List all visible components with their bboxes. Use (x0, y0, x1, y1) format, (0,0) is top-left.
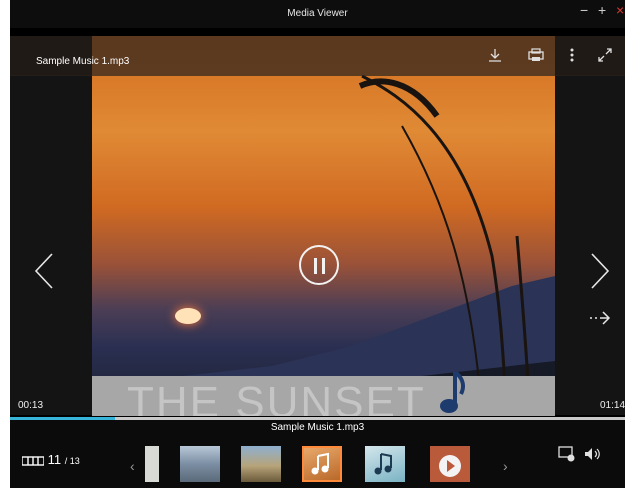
download-icon[interactable] (488, 48, 502, 65)
progress-fill (10, 417, 115, 420)
album-art: THE SUNSET (92, 36, 555, 416)
item-counter: 11 / 13 (21, 452, 80, 467)
close-button[interactable]: × (616, 2, 624, 18)
media-viewer-window: Media Viewer − + × THE SUNSET Sample Mus… (10, 0, 625, 488)
thumbnail-snow[interactable] (145, 446, 159, 482)
slideshow-next-icon[interactable] (588, 309, 612, 332)
music-note-graphic (440, 372, 465, 413)
previous-arrow-icon[interactable] (34, 253, 54, 294)
strip-next-icon[interactable]: › (503, 458, 508, 474)
maximize-button[interactable]: + (598, 2, 606, 18)
counter-total: / 13 (64, 456, 80, 466)
sun (175, 308, 201, 324)
thumbnail-music-note[interactable] (302, 446, 342, 482)
album-title-band: THE SUNSET (92, 372, 555, 416)
next-arrow-icon[interactable] (590, 253, 610, 294)
elapsed-time: 00:13 (18, 400, 44, 411)
playlist-settings-icon[interactable] (558, 446, 576, 465)
print-icon[interactable] (528, 48, 544, 65)
pause-button[interactable] (299, 245, 339, 285)
top-info-bar: Sample Music 1.mp3 (10, 36, 625, 76)
strip-prev-icon[interactable]: ‹ (130, 458, 135, 474)
fullscreen-icon[interactable] (598, 48, 612, 65)
more-options-icon[interactable] (570, 48, 574, 65)
thumbnail-video[interactable] (430, 446, 470, 482)
file-name: Sample Music 1.mp3 (36, 56, 130, 67)
album-title: THE SUNSET (127, 378, 426, 416)
thumbnail-castle[interactable] (241, 446, 281, 482)
now-playing-title: Sample Music 1.mp3 (270, 422, 365, 433)
counter-current: 11 (47, 452, 62, 467)
left-panel (10, 75, 92, 415)
thumbnail-music-file[interactable] (365, 446, 405, 482)
thumbnail-mountain-lake[interactable] (180, 446, 220, 482)
total-time: 01:14 (600, 400, 625, 411)
window-title: Media Viewer (287, 8, 348, 19)
title-bar: Media Viewer − + × (10, 0, 625, 28)
volume-icon[interactable] (583, 446, 603, 465)
film-strip-icon (21, 455, 45, 466)
grass-silhouette (358, 74, 532, 416)
progress-bar[interactable] (10, 417, 625, 420)
minimize-button[interactable]: − (580, 2, 588, 18)
right-panel (555, 75, 625, 415)
